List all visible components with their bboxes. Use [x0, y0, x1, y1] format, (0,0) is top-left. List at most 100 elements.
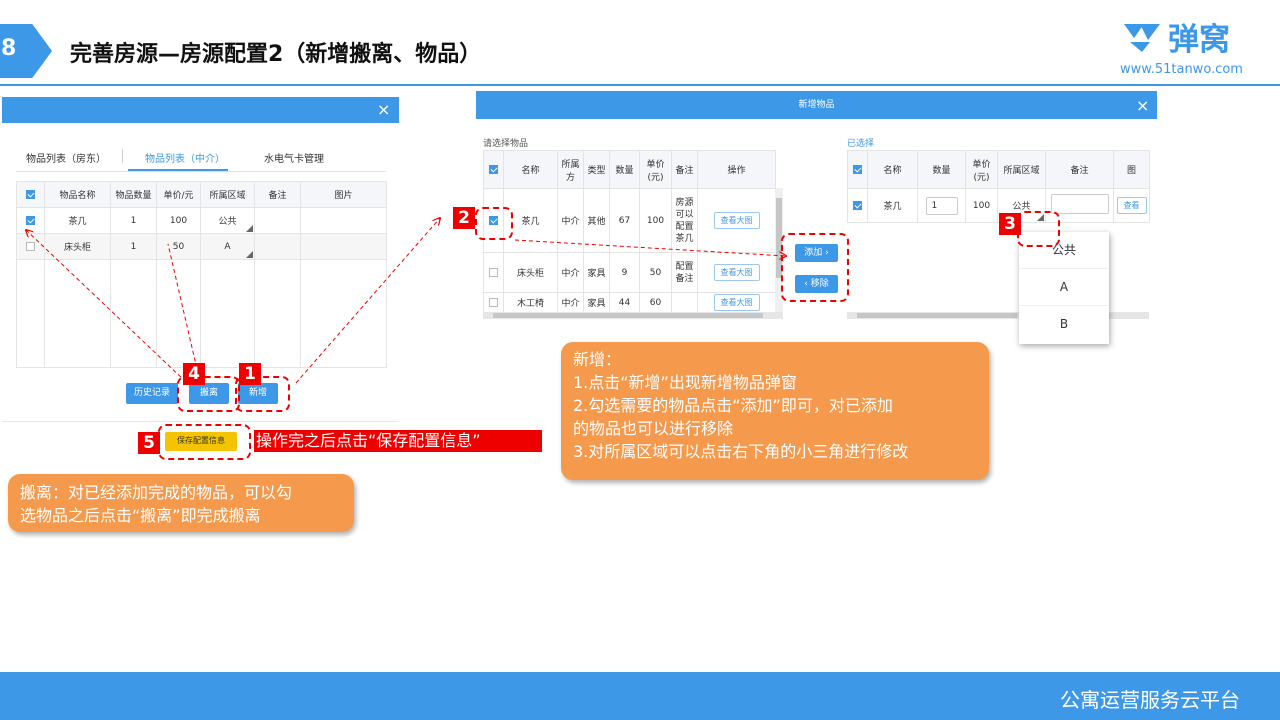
- item-price: 60: [639, 292, 672, 313]
- highlight-area-triangle: [1017, 211, 1060, 247]
- item-note: 房源可以配置茶几: [671, 188, 698, 253]
- header-divider: [0, 84, 1280, 86]
- highlight-add-remove: [781, 233, 849, 302]
- step-badge: 4: [183, 363, 205, 385]
- table-header-row: 物品名称 物品数量 单价/元 所属区域 备注 图片: [16, 181, 387, 208]
- item-qty: 9: [609, 252, 640, 293]
- horizontal-scrollbar[interactable]: [483, 312, 783, 319]
- item-note: 配置备注: [671, 252, 698, 293]
- item-type: 其他: [583, 188, 610, 253]
- page-number: 8: [1, 36, 17, 61]
- callout-line: 3.对所属区域可以点击右下角的小三角进行修改: [573, 442, 909, 461]
- col-header: 类型: [583, 150, 610, 189]
- empty-table-area: [16, 259, 387, 368]
- logo-url: www.51tanwo.com: [1120, 62, 1243, 77]
- row-checkbox[interactable]: [483, 292, 504, 313]
- item-area: A: [224, 241, 231, 252]
- col-header: 物品名称: [44, 181, 111, 208]
- col-header: 名称: [867, 150, 918, 189]
- item-tabs: 物品列表（房东） 物品列表（中介） 水电气卡管理: [16, 146, 386, 168]
- row-checkbox[interactable]: [16, 207, 45, 234]
- item-qty: 67: [609, 188, 640, 253]
- row-checkbox[interactable]: [847, 188, 868, 223]
- col-header: 所属区域: [200, 181, 255, 208]
- item-price: 100: [965, 188, 998, 223]
- select-all-checkbox[interactable]: [847, 150, 868, 189]
- area-option[interactable]: B: [1019, 306, 1109, 343]
- item-name: 茶几: [867, 188, 918, 223]
- item-note: [254, 207, 301, 234]
- col-header: 名称: [503, 150, 558, 189]
- action-cell: 查看大图: [697, 188, 776, 253]
- action-cell: 查看: [1113, 188, 1150, 223]
- select-all-checkbox[interactable]: [483, 150, 504, 189]
- col-header: 物品数量: [110, 181, 157, 208]
- view-image-button[interactable]: 查看大图: [713, 212, 760, 229]
- step-badge: 2: [453, 207, 475, 229]
- view-image-button[interactable]: 查看: [1116, 197, 1147, 214]
- col-header: 备注: [671, 150, 698, 189]
- logo-text: 弹窝: [1168, 22, 1230, 58]
- view-image-button[interactable]: 查看大图: [713, 294, 760, 311]
- action-cell: 查看大图: [697, 292, 776, 313]
- save-hint: 操作完之后点击“保存配置信息”: [254, 430, 542, 452]
- modal-footer-divider: [2, 421, 399, 422]
- quantity-input[interactable]: 1: [925, 196, 958, 215]
- col-header: 备注: [1045, 150, 1114, 189]
- move-out-instructions-callout: 搬离：对已经添加完成的物品，可以勾 选物品之后点击“搬离”即完成搬离: [8, 474, 354, 532]
- page-title: 完善房源—房源配置2（新增搬离、物品）: [70, 42, 482, 67]
- right-modal-close-icon[interactable]: ×: [1136, 96, 1149, 115]
- area-dropdown-triangle-icon[interactable]: [246, 225, 253, 232]
- note-input[interactable]: [1050, 194, 1109, 214]
- right-modal-title: 新增物品: [798, 100, 835, 110]
- left-modal-titlebar: ×: [2, 97, 399, 123]
- col-header: 操作: [697, 150, 776, 189]
- item-price: 50: [639, 252, 672, 293]
- left-modal-close-icon[interactable]: ×: [377, 100, 390, 119]
- step-badge: 3: [999, 213, 1021, 235]
- callout-line: 新增：: [573, 350, 622, 369]
- slide: 8 完善房源—房源配置2（新增搬离、物品） 弹窝 www.51tanwo.com…: [0, 0, 1280, 720]
- item-price: 100: [156, 207, 201, 234]
- select-all-checkbox[interactable]: [16, 181, 45, 208]
- item-type: 家具: [583, 292, 610, 313]
- tab-utility-cards[interactable]: 水电气卡管理: [264, 150, 324, 165]
- callout-line: 搬离：对已经添加完成的物品，可以勾: [20, 483, 293, 502]
- item-owner: 中介: [557, 188, 584, 253]
- area-dropdown-triangle-icon[interactable]: [246, 251, 253, 258]
- callout-line: 1.点击“新增”出现新增物品弹窗: [573, 373, 797, 392]
- item-name: 床头柜: [503, 252, 558, 293]
- col-header: 单价/元: [156, 181, 201, 208]
- select-items-label: 请选择物品: [483, 139, 529, 149]
- item-name: 茶几: [44, 207, 111, 234]
- item-area-cell[interactable]: 公共: [200, 207, 255, 234]
- col-header: 备注: [254, 181, 301, 208]
- row-checkbox[interactable]: [16, 233, 45, 260]
- callout-line: 2.勾选需要的物品点击“添加”即可，对已添加: [573, 396, 893, 415]
- highlight-save: [158, 424, 251, 460]
- view-image-button[interactable]: 查看大图: [713, 264, 760, 281]
- tab-landlord-items[interactable]: 物品列表（房东）: [26, 150, 106, 165]
- history-button[interactable]: 历史记录: [126, 383, 178, 404]
- add-instructions-callout: 新增： 1.点击“新增”出现新增物品弹窗 2.勾选需要的物品点击“添加”即可，对…: [561, 342, 989, 480]
- item-qty: 1: [110, 233, 157, 260]
- footer-text: 公寓运营服务云平台: [1060, 688, 1240, 712]
- table-row: 茶几 1 100 公共: [16, 207, 387, 234]
- col-header: 图: [1113, 150, 1150, 189]
- tab-agent-items[interactable]: 物品列表（中介）: [145, 150, 225, 165]
- table-row: 茶几 中介 其他 67 100 房源可以配置茶几 查看大图: [483, 188, 776, 253]
- item-name: 木工椅: [503, 292, 558, 313]
- row-checkbox[interactable]: [483, 252, 504, 293]
- item-area: 公共: [218, 217, 237, 227]
- table-header-row: 名称 数量 单价(元) 所属区域 备注 图: [847, 150, 1150, 189]
- table-header-row: 名称 所属方 类型 数量 单价(元) 备注 操作: [483, 150, 776, 189]
- item-area-cell[interactable]: A: [200, 233, 255, 260]
- area-dropdown-menu: 公共 A B: [1019, 232, 1109, 344]
- area-option[interactable]: A: [1019, 269, 1109, 306]
- tab-divider: [16, 171, 386, 172]
- callout-line: 选物品之后点击“搬离”即完成搬离: [20, 506, 261, 525]
- left-items-table: 物品名称 物品数量 单价/元 所属区域 备注 图片 茶几 1 100 公共 床头…: [16, 181, 387, 368]
- item-image: [300, 233, 387, 260]
- available-items-table: 名称 所属方 类型 数量 单价(元) 备注 操作 茶几 中介 其他 67 100…: [483, 150, 776, 313]
- item-note: [254, 233, 301, 260]
